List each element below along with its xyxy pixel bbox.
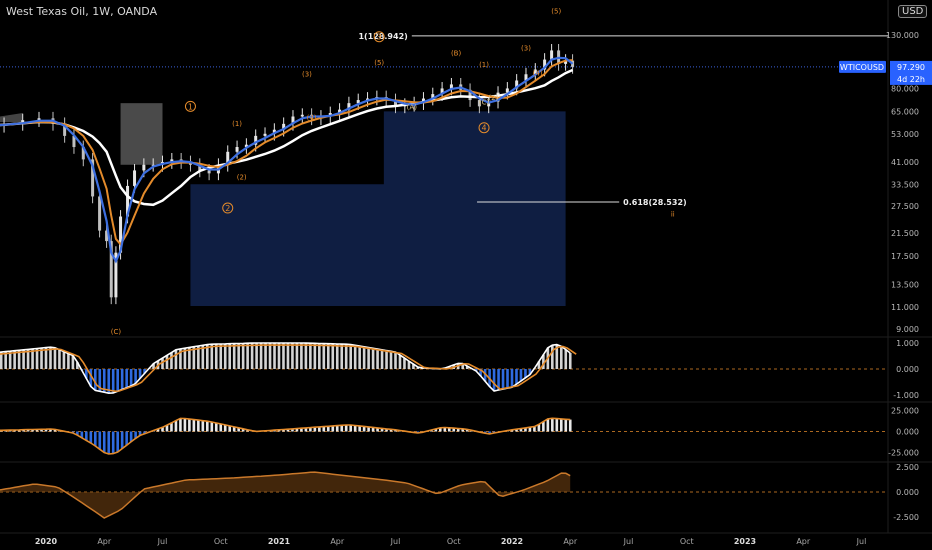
price-tick-label: 80.000 [891, 84, 919, 93]
osc3-tick-label: 0.000 [896, 488, 919, 497]
osc3-area [0, 472, 571, 518]
wave-label: (5) [551, 8, 561, 16]
time-tick-label: 2023 [734, 537, 756, 546]
wave-label: (4) [533, 69, 543, 77]
price-tick-label: 33.500 [891, 180, 919, 189]
osc1-tick-label: 1.000 [896, 339, 919, 348]
price-tick-label: 17.500 [891, 252, 919, 261]
osc1-line [0, 342, 571, 395]
price-tick-label: 21.500 [891, 229, 919, 238]
grey-zone-left [0, 113, 23, 122]
wave-label: (3) [521, 44, 531, 52]
candle-body [133, 170, 137, 186]
countdown-label: 4d 22h [897, 75, 925, 84]
wave-label: (B) [451, 49, 462, 57]
time-tick-label: Apr [563, 537, 578, 546]
time-tick-label: 2022 [501, 537, 523, 546]
wave-label: (2) [237, 173, 247, 181]
time-tick-label: Oct [214, 537, 228, 546]
price-tick-label: 130.000 [886, 31, 919, 40]
osc1-tick-label: -1.000 [893, 391, 919, 400]
wave-label: (1) [232, 120, 242, 128]
chart-canvas[interactable]: 1(128.942)0.618(28.532)(C)12(1)(2)(3)(4)… [0, 0, 932, 550]
wave-label: 3 [377, 33, 382, 42]
time-tick-label: Oct [447, 537, 461, 546]
wave-label: (4) [307, 114, 317, 122]
candle-body [300, 114, 304, 117]
candle-body [207, 170, 211, 174]
wave-label: (1) [479, 61, 489, 69]
osc3-tick-label: -2.500 [893, 513, 919, 522]
fib-mid-label: 0.618(28.532) [623, 198, 687, 207]
symbol-tag: WTICOUSD [840, 63, 884, 72]
wave-label: (3) [302, 71, 312, 79]
osc2-tick-label: 0.000 [896, 428, 919, 437]
osc2-tick-label: -25.000 [888, 448, 919, 457]
time-tick-label: Apr [97, 537, 112, 546]
wave-label: 2 [225, 204, 230, 213]
time-tick-label: Jul [390, 537, 401, 546]
price-tick-label: 27.500 [891, 202, 919, 211]
wave-label: (2) [488, 94, 498, 102]
time-tick-label: 2020 [35, 537, 58, 546]
time-tick-label: Jul [856, 537, 867, 546]
wave-label: (C) [111, 328, 122, 336]
wave-label: 4 [481, 124, 486, 133]
price-tick-label: 13.500 [891, 280, 919, 289]
time-tick-label: Jul [157, 537, 168, 546]
time-tick-label: Oct [680, 537, 694, 546]
time-tick-label: 2021 [268, 537, 291, 546]
last-price-label: 97.290 [897, 63, 925, 72]
wave-label: (A) [407, 104, 418, 112]
grey-zone-box [120, 103, 163, 165]
wave-label: (5) [374, 59, 384, 67]
price-tick-label: 11.000 [891, 303, 919, 312]
candle-body [263, 133, 267, 136]
time-tick-label: Apr [796, 537, 811, 546]
candle-body [142, 164, 146, 171]
price-tick-label: 41.000 [891, 158, 919, 167]
price-tick-label: 9.000 [896, 325, 919, 334]
wave-label: 1 [188, 102, 193, 111]
price-tick-label: 53.000 [891, 130, 919, 139]
time-tick-label: Jul [623, 537, 634, 546]
osc1-tick-label: 0.000 [896, 365, 919, 374]
time-tick-label: Apr [330, 537, 345, 546]
osc2-tick-label: 25.000 [891, 407, 919, 416]
price-tick-label: 65.000 [891, 107, 919, 116]
candle-body [235, 147, 239, 152]
candle-body [98, 196, 102, 231]
wave-label: ii [671, 211, 675, 219]
osc3-tick-label: 2.500 [896, 463, 919, 472]
